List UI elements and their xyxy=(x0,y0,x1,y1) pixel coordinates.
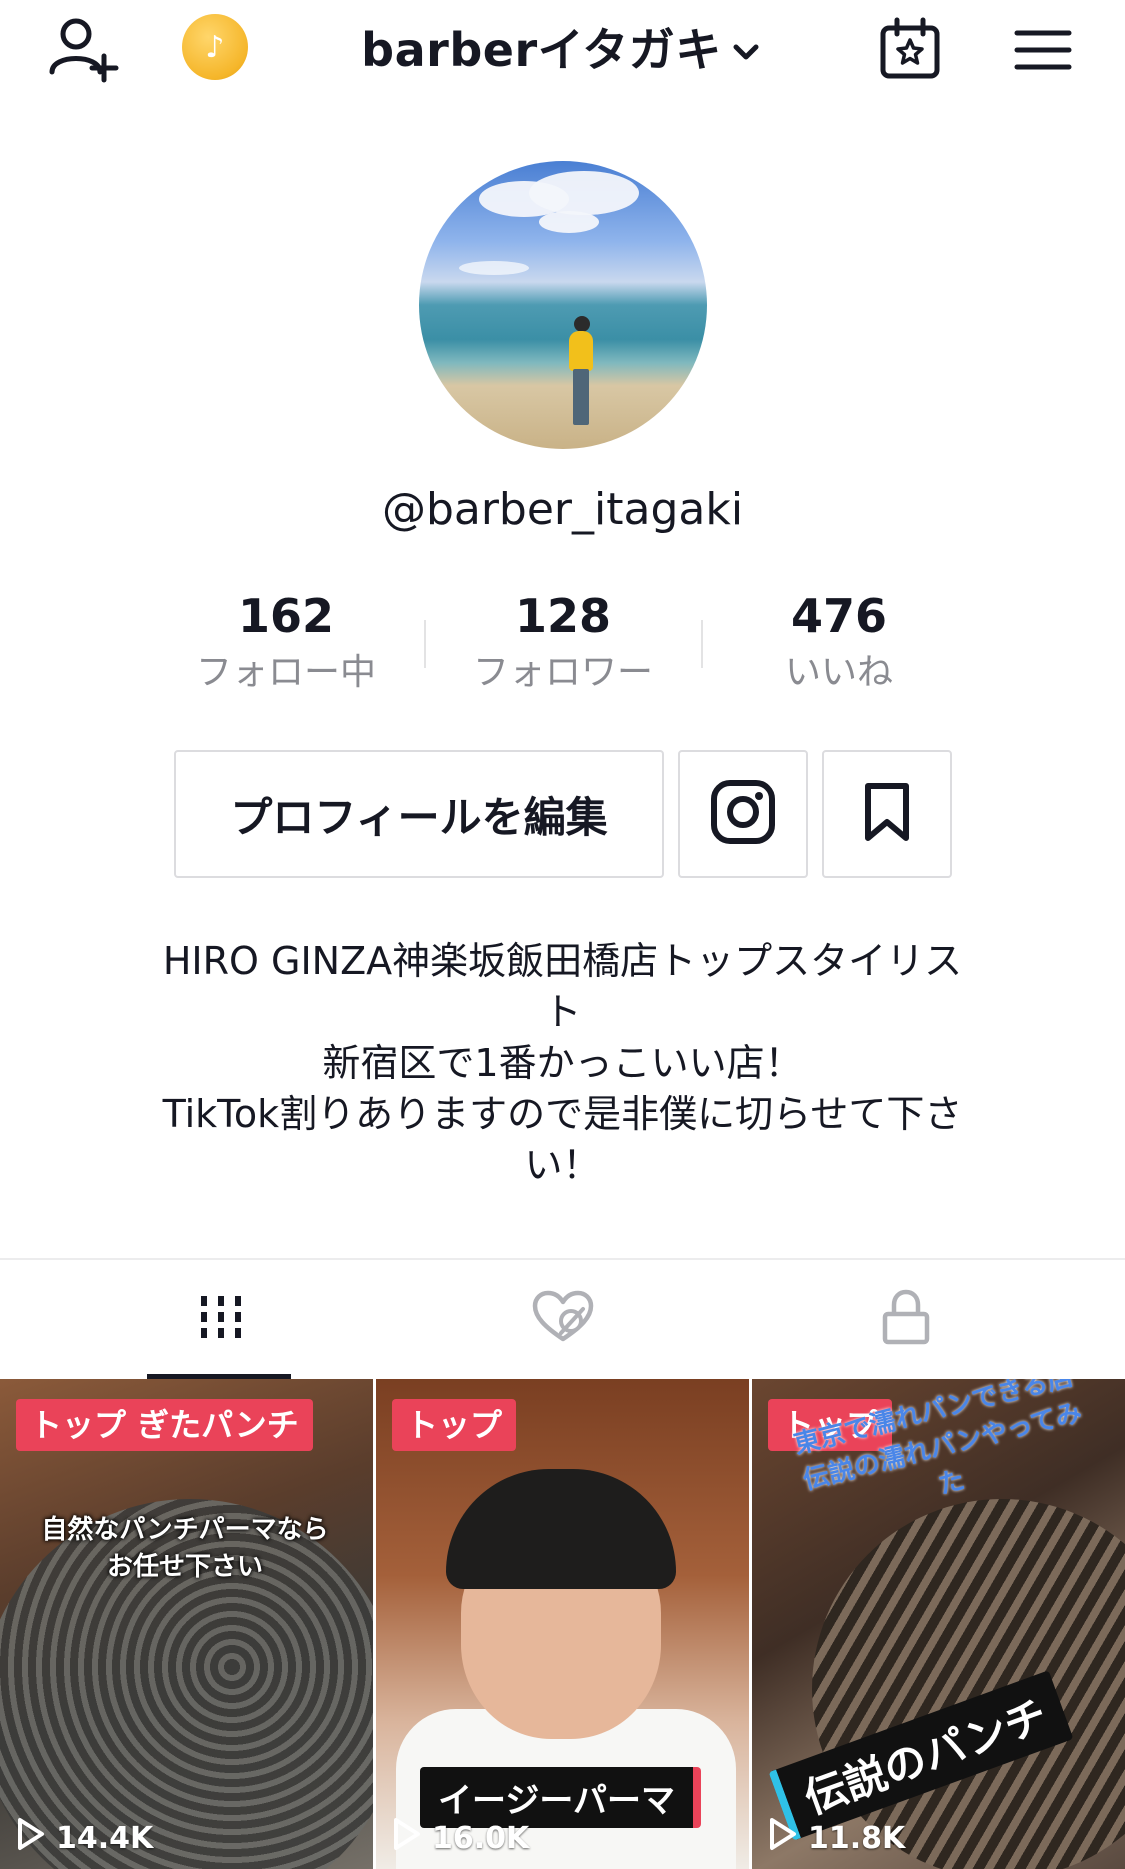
view-count: 14.4K xyxy=(16,1817,153,1859)
play-icon xyxy=(16,1817,46,1859)
page-title: barberイタガキ xyxy=(361,23,722,77)
lock-icon xyxy=(880,1288,932,1350)
likes-count: 476 xyxy=(790,589,888,643)
stat-divider xyxy=(424,620,426,668)
instagram-button[interactable] xyxy=(678,750,808,878)
avatar[interactable] xyxy=(419,161,707,449)
tab-liked[interactable] xyxy=(375,1260,750,1378)
chevron-down-icon xyxy=(728,27,764,81)
bookmark-button[interactable] xyxy=(822,750,952,878)
following-stat[interactable]: 162 フォロー中 xyxy=(161,588,411,698)
video-thumbnail[interactable]: トップ ぎたパンチ 自然なパンチパーマなら お任せ下さい 14.4K xyxy=(0,1379,373,1869)
stat-divider xyxy=(701,620,703,668)
view-count-value: 14.4K xyxy=(56,1820,154,1856)
followers-stat[interactable]: 128 フォロワー xyxy=(438,588,688,698)
grid-icon xyxy=(196,1292,246,1346)
tab-videos[interactable] xyxy=(33,1260,408,1378)
play-icon xyxy=(392,1817,422,1859)
video-thumbnail[interactable]: トップ イージーパーマ 16.0K xyxy=(376,1379,749,1869)
followers-count: 128 xyxy=(514,589,612,643)
calendar-star-icon[interactable] xyxy=(872,14,948,84)
bio-line: ト xyxy=(543,990,582,1034)
username-handle: @barber_itagaki xyxy=(381,484,744,535)
video-thumbnail[interactable]: トップ 東京で濡れパンできる店 伝説の濡れパンやってみ た 伝説のパンチ 11.… xyxy=(752,1379,1125,1869)
tab-private[interactable] xyxy=(718,1260,1093,1378)
hidden-heart-icon xyxy=(531,1289,595,1349)
video-badge: トップ ぎたパンチ xyxy=(16,1399,313,1451)
bio-line: い！ xyxy=(524,1143,601,1187)
menu-icon[interactable] xyxy=(1008,18,1078,82)
video-badge: トップ xyxy=(392,1399,517,1451)
view-count: 11.8K xyxy=(768,1817,905,1859)
view-count: 16.0K xyxy=(392,1817,529,1859)
account-switcher[interactable]: barberイタガキ xyxy=(0,14,1125,81)
bio-line: HIRO GINZA神楽坂飯田橋店トップスタイリス xyxy=(162,939,963,983)
view-count-value: 11.8K xyxy=(808,1820,906,1856)
likes-label: いいね xyxy=(784,652,893,693)
top-bar: ♪ barberイタガキ xyxy=(0,0,1125,100)
following-count: 162 xyxy=(237,589,335,643)
play-icon xyxy=(768,1817,798,1859)
video-grid: トップ ぎたパンチ 自然なパンチパーマなら お任せ下さい 14.4K トップ イ… xyxy=(0,1379,1125,1869)
view-count-value: 16.0K xyxy=(432,1820,530,1856)
following-label: フォロー中 xyxy=(195,652,376,693)
likes-stat: 476 いいね xyxy=(714,588,964,698)
instagram-icon xyxy=(709,778,777,850)
bio-line: 新宿区で1番かっこいい店！ xyxy=(322,1041,803,1085)
bio-line: TikTok割りありますので是非僕に切らせて下さ xyxy=(162,1092,963,1136)
followers-label: フォロワー xyxy=(472,652,653,693)
bookmark-icon xyxy=(862,782,912,846)
video-caption: 自然なパンチパーマなら お任せ下さい xyxy=(41,1515,329,1582)
bio: HIRO GINZA神楽坂飯田橋店トップスタイリス ト 新宿区で1番かっこいい店… xyxy=(120,936,1005,1191)
edit-profile-button[interactable]: プロフィールを編集 xyxy=(174,750,664,878)
